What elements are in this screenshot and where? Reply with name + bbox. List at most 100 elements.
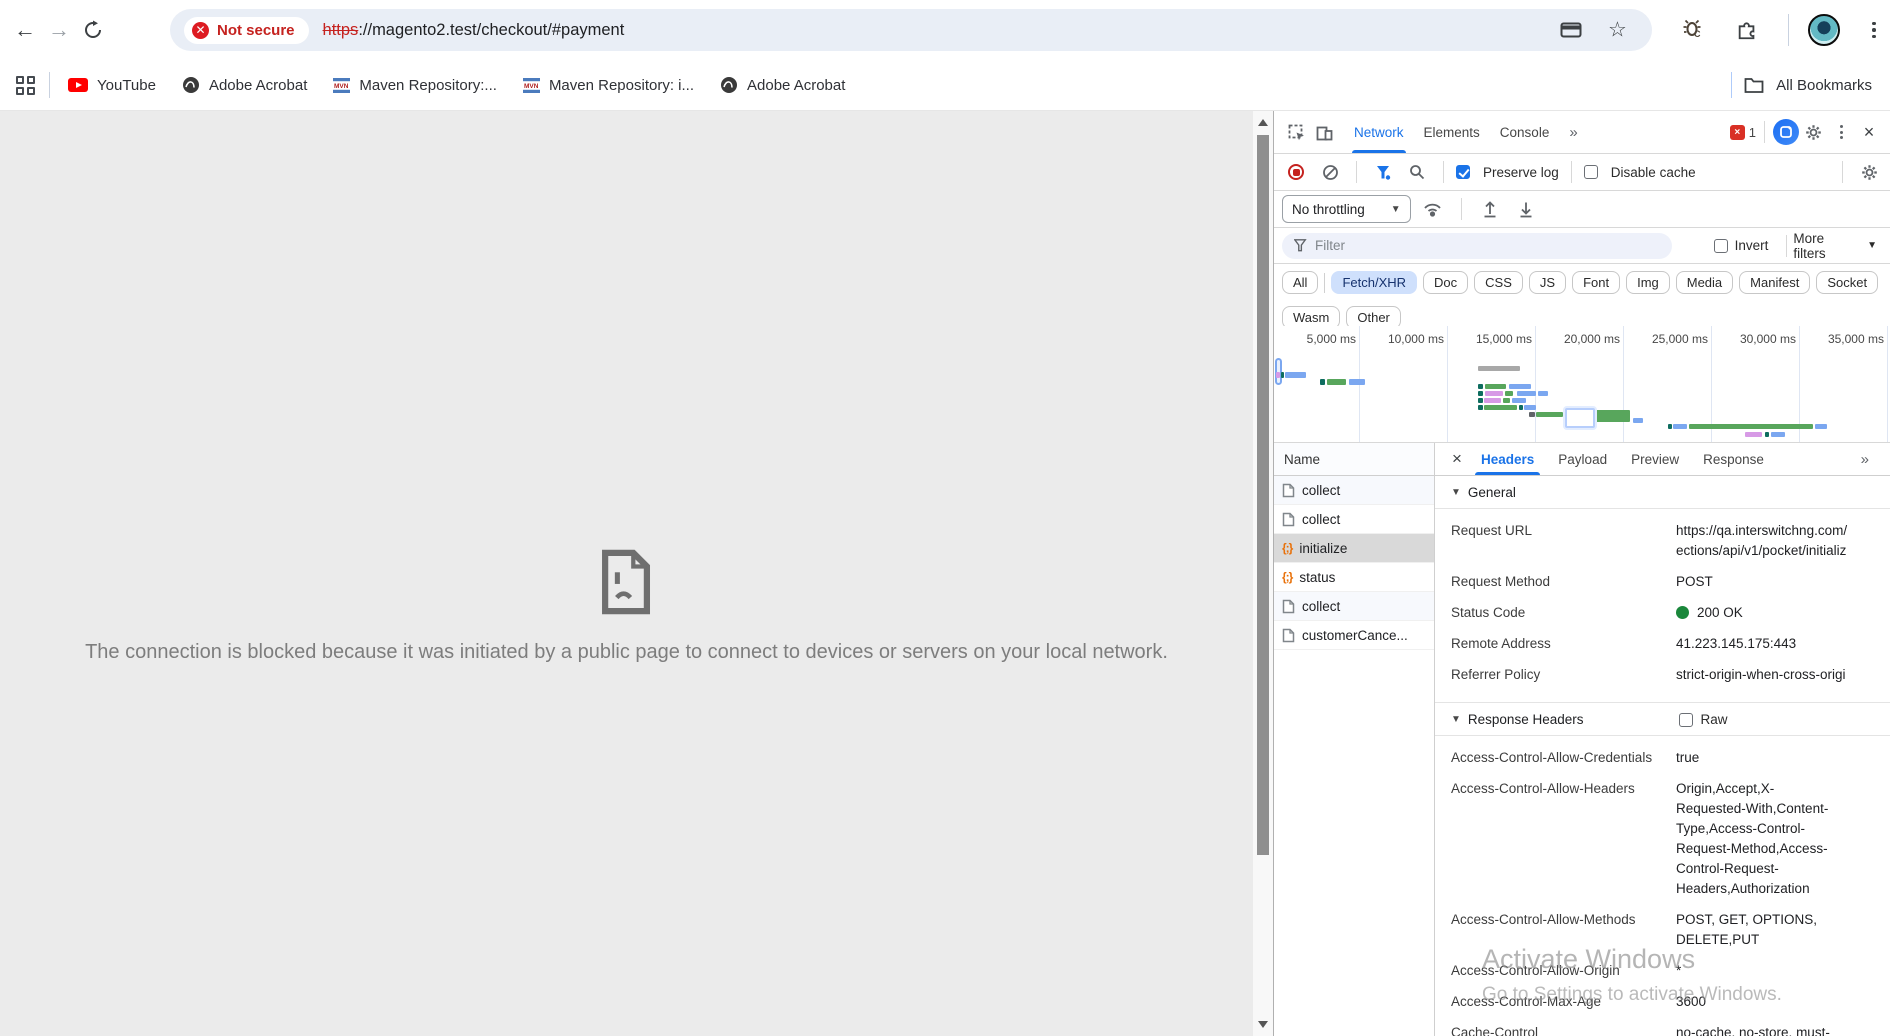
scroll-down-arrow[interactable] <box>1258 1021 1268 1028</box>
ai-icon <box>1779 125 1793 139</box>
filter-chip-media[interactable]: Media <box>1676 271 1733 294</box>
extensions-button[interactable] <box>1736 19 1758 41</box>
section-title[interactable]: ▼General <box>1435 476 1890 509</box>
bookmark-item[interactable]: MVNMaven Repository: i... <box>523 77 694 94</box>
scrollbar-thumb[interactable] <box>1257 135 1269 855</box>
devtools-tab-bar: NetworkElementsConsole » × 1 × <box>1274 111 1890 154</box>
filter-toggle-button[interactable] <box>1369 158 1397 186</box>
error-icon: × <box>1730 125 1745 140</box>
header-name: Request Method <box>1435 572 1676 592</box>
filter-chip-socket[interactable]: Socket <box>1816 271 1878 294</box>
section-title-text: General <box>1468 485 1516 500</box>
waterfall-bar <box>1505 391 1513 396</box>
request-row[interactable]: {;}initialize <box>1274 534 1434 563</box>
filter-chip-font[interactable]: Font <box>1572 271 1620 294</box>
status-ok-dot <box>1676 606 1689 619</box>
filter-chip-css[interactable]: CSS <box>1474 271 1523 294</box>
request-row[interactable]: collect <box>1274 592 1434 621</box>
browser-toolbar: ← → ✕ Not secure https://magento2.test/c… <box>0 0 1890 60</box>
scroll-up-arrow[interactable] <box>1258 119 1268 126</box>
name-column-header[interactable]: Name <box>1274 443 1434 476</box>
url-text: https://magento2.test/checkout/#payment <box>323 21 625 40</box>
bookmark-item[interactable]: Adobe Acrobat <box>720 76 845 94</box>
filter-chip-all[interactable]: All <box>1282 271 1318 294</box>
network-settings-button[interactable] <box>1855 158 1883 186</box>
page-scrollbar[interactable] <box>1253 111 1273 1036</box>
invert-checkbox[interactable] <box>1714 239 1728 253</box>
document-icon <box>1282 512 1295 527</box>
more-filters-button[interactable]: More filters ▼ <box>1793 231 1883 261</box>
section-title[interactable]: ▼Response HeadersRaw <box>1435 703 1890 736</box>
waterfall-bar <box>1484 405 1517 410</box>
apps-grid-icon[interactable] <box>16 76 35 95</box>
payment-methods-button[interactable] <box>1560 21 1582 39</box>
request-row[interactable]: customerCance... <box>1274 621 1434 650</box>
header-value: https://qa.interswitchng.com/ ections/ap… <box>1676 521 1890 561</box>
export-har-button[interactable] <box>1512 195 1540 223</box>
waterfall-selection-box[interactable] <box>1565 408 1595 428</box>
details-tab-preview[interactable]: Preview <box>1619 443 1691 475</box>
security-chip[interactable]: ✕ Not secure <box>184 17 309 44</box>
tab-network[interactable]: Network <box>1344 111 1414 153</box>
request-row[interactable]: collect <box>1274 505 1434 534</box>
devtools-close-button[interactable]: × <box>1855 118 1883 146</box>
more-detail-tabs-button[interactable]: » <box>1849 443 1881 475</box>
details-tabs: HeadersPayloadPreviewResponse <box>1469 443 1776 475</box>
filter-chip-img[interactable]: Img <box>1626 271 1670 294</box>
close-details-button[interactable]: × <box>1445 445 1469 473</box>
waterfall-bar <box>1536 412 1563 417</box>
search-network-button[interactable] <box>1403 158 1431 186</box>
document-icon <box>1282 599 1295 614</box>
bookmark-item[interactable]: YouTube <box>68 77 156 94</box>
details-tab-payload[interactable]: Payload <box>1546 443 1619 475</box>
filter-chip-fetchxhr[interactable]: Fetch/XHR <box>1331 271 1417 294</box>
bookmark-item[interactable]: MVNMaven Repository:... <box>333 77 497 94</box>
debugger-extension-button[interactable]: C <box>1682 19 1704 41</box>
address-bar[interactable]: ✕ Not secure https://magento2.test/check… <box>170 9 1652 51</box>
details-tab-headers[interactable]: Headers <box>1469 443 1546 475</box>
network-overview[interactable]: 5,000 ms10,000 ms15,000 ms20,000 ms25,00… <box>1274 326 1890 443</box>
bookmark-item[interactable]: Adobe Acrobat <box>182 76 307 94</box>
import-har-button[interactable] <box>1476 195 1504 223</box>
disable-cache-checkbox[interactable] <box>1584 165 1598 179</box>
browser-menu-button[interactable] <box>1862 18 1886 42</box>
filter-chip-manifest[interactable]: Manifest <box>1739 271 1810 294</box>
timeline-tick-label: 5,000 ms <box>1274 332 1356 346</box>
bookmark-star-button[interactable]: ☆ <box>1608 18 1627 43</box>
filter-chip-js[interactable]: JS <box>1529 271 1566 294</box>
maven-icon: MVN <box>523 77 540 94</box>
request-name: customerCance... <box>1302 628 1408 643</box>
back-button[interactable]: ← <box>8 13 42 47</box>
devtools-settings-button[interactable] <box>1799 118 1827 146</box>
tab-elements[interactable]: Elements <box>1414 111 1490 153</box>
throttling-select[interactable]: No throttling ▼ <box>1282 195 1411 223</box>
raw-checkbox[interactable] <box>1679 713 1693 727</box>
request-row[interactable]: {;}status <box>1274 563 1434 592</box>
forward-button[interactable]: → <box>42 13 76 47</box>
inspect-element-button[interactable] <box>1282 118 1310 146</box>
waterfall-bar <box>1519 405 1523 410</box>
request-row[interactable]: collect <box>1274 476 1434 505</box>
preserve-log-checkbox[interactable] <box>1456 165 1470 179</box>
all-bookmarks-button[interactable]: All Bookmarks <box>1776 77 1872 94</box>
filter-chip-doc[interactable]: Doc <box>1423 271 1468 294</box>
tab-console[interactable]: Console <box>1490 111 1560 153</box>
record-network-button[interactable] <box>1282 158 1310 186</box>
details-tab-response[interactable]: Response <box>1691 443 1776 475</box>
ai-assistance-button[interactable] <box>1773 119 1799 145</box>
clear-network-log-button[interactable] <box>1316 158 1344 186</box>
devtools-menu-button[interactable] <box>1827 118 1855 146</box>
filter-input[interactable]: Filter <box>1282 233 1672 259</box>
device-toolbar-button[interactable] <box>1310 118 1338 146</box>
timeline-gridline <box>1887 326 1888 442</box>
profile-avatar[interactable] <box>1808 14 1840 46</box>
reload-button[interactable] <box>76 13 110 47</box>
network-conditions-button[interactable] <box>1419 195 1447 223</box>
error-badge[interactable]: × 1 <box>1730 125 1756 140</box>
header-name: Cache-Control <box>1435 1023 1676 1036</box>
waterfall-bar <box>1276 372 1280 378</box>
more-tabs-button[interactable]: » <box>1559 111 1587 153</box>
section-title-text: Response Headers <box>1468 712 1584 727</box>
waterfall-bar <box>1765 432 1769 437</box>
waterfall-bar <box>1478 366 1520 371</box>
